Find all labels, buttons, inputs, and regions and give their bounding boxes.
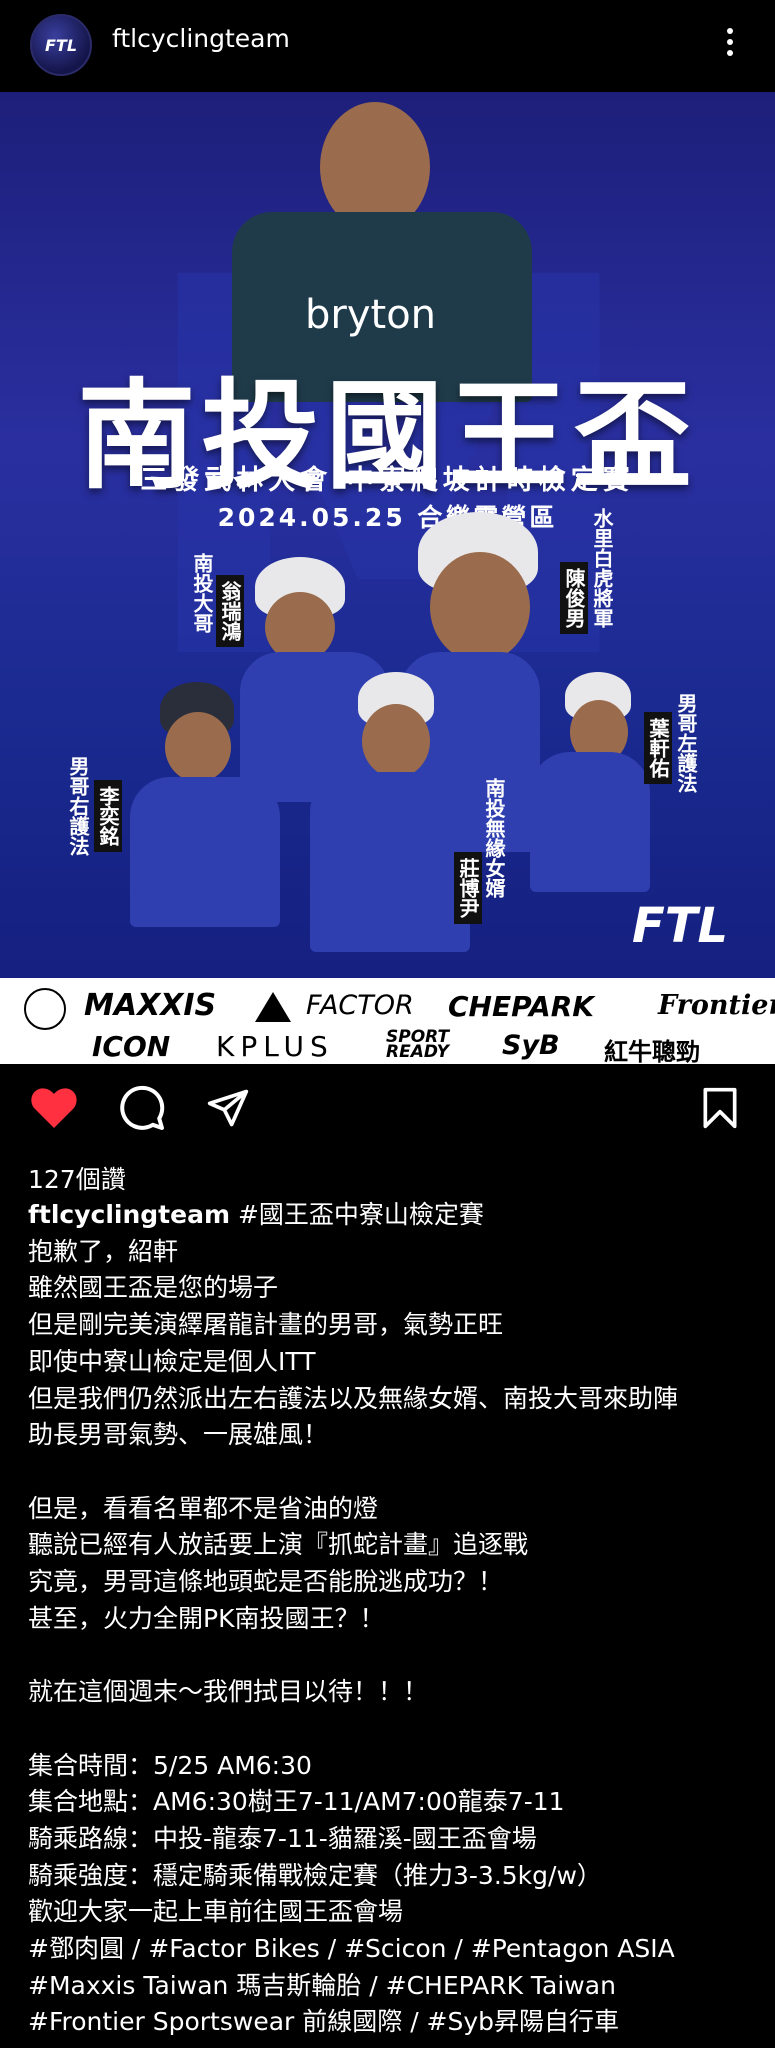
sponsor-logo: SPORT READY xyxy=(386,1027,450,1062)
heart-icon[interactable] xyxy=(30,1086,78,1130)
caption-line: 就在這個週末～我們拭目以待！！！ xyxy=(28,1677,429,1707)
sponsor-logo: Frontier xyxy=(658,990,775,1021)
sponsor-logo: CHEPARK xyxy=(448,990,594,1023)
more-options-icon[interactable] xyxy=(720,24,740,64)
sponsor-logo: KPLUS xyxy=(216,1030,334,1063)
sponsor-logo: ICON xyxy=(92,1030,171,1063)
sponsor-seal-logo xyxy=(24,988,66,1030)
poster-subtitle: 三發武林大會 中寮爬坡計時檢定賽 xyxy=(140,465,635,496)
caption-line: 集合地點：AM6:30樹王7-11/AM7:00龍泰7-11 xyxy=(28,1787,565,1817)
caption-username[interactable]: ftlcyclingteam xyxy=(28,1200,230,1229)
caption-line: 抱歉了，紹軒 xyxy=(28,1236,179,1266)
caption-line: 即使中寮山檢定是個人ITT xyxy=(28,1346,316,1376)
sponsor-logo: SyB xyxy=(502,1030,560,1061)
sponsor-logo: FACTOR xyxy=(306,990,414,1021)
factor-logo-icon xyxy=(255,992,291,1022)
caption-line: 但是，看看名單都不是省油的燈 xyxy=(28,1493,379,1523)
rider-role-label: 男哥右護法 xyxy=(66,756,90,856)
caption-line: 騎乘強度：穩定騎乘備戰檢定賽（推力3-3.5kg/w） xyxy=(28,1860,602,1890)
caption-line: 但是我們仍然派出左右護法以及無緣女婿、南投大哥來助陣 xyxy=(28,1383,679,1413)
send-icon[interactable] xyxy=(206,1086,250,1130)
post-action-bar xyxy=(0,1064,775,1164)
like-count[interactable]: 127個讚 xyxy=(28,1160,126,1196)
rider-jersey xyxy=(530,752,650,892)
caption-hashtag[interactable]: #國王盃中寮山檢定賽 xyxy=(230,1200,484,1229)
caption-line: 助長男哥氣勢、一展雄風！ xyxy=(28,1420,329,1450)
caption-line xyxy=(28,1711,758,1748)
caption-line xyxy=(28,1454,758,1491)
ftl-logo: FTL xyxy=(632,898,729,954)
poster-date: 2024.05.25 合樂露營區 xyxy=(217,503,558,532)
caption-line: 雖然國王盃是您的場子 xyxy=(28,1273,279,1303)
rider-role-label: 南投無緣女婿 xyxy=(482,778,506,898)
post-caption: ftlcyclingteam #國王盃中寮山檢定賽 抱歉了，紹軒 雖然國王盃是您… xyxy=(28,1197,758,2041)
caption-line xyxy=(28,1637,758,1674)
post-username[interactable]: ftlcyclingteam xyxy=(112,24,290,53)
caption-line: 集合時間：5/25 AM6:30 xyxy=(28,1750,312,1780)
sponsor-logo: MAXXIS xyxy=(84,988,217,1023)
rider-role-label: 南投大哥 xyxy=(190,553,214,633)
sponsor-strip: MAXXIS FACTOR CHEPARK Frontier ICON KPLU… xyxy=(0,978,775,1066)
sponsor-logo: 紅牛聰勁 xyxy=(604,1038,700,1066)
bookmark-icon[interactable] xyxy=(700,1086,740,1130)
rider-head xyxy=(165,712,231,782)
caption-hashtags[interactable]: #鄧肉圓 / #Factor Bikes / #Scicon / #Pentag… xyxy=(28,1931,758,1968)
rider-head xyxy=(362,704,430,778)
caption-line: 甚至，火力全開PK南投國王？！ xyxy=(28,1603,385,1633)
avatar[interactable]: FTL xyxy=(30,14,92,76)
comment-icon[interactable] xyxy=(118,1084,166,1132)
rider-jersey xyxy=(130,777,280,927)
caption-line: 究竟，男哥這條地頭蛇是否能脫逃成功？！ xyxy=(28,1567,504,1597)
caption-line: 但是剛完美演繹屠龍計畫的男哥，氣勢正旺 xyxy=(28,1310,504,1340)
caption-line: 聽說已經有人放話要上演『抓蛇計畫』追逐戰 xyxy=(28,1530,529,1560)
jersey-brand: bryton xyxy=(305,292,437,338)
rider-jersey xyxy=(310,772,470,952)
rider-name-label: 葉軒佑 xyxy=(644,712,672,784)
caption-line: 歡迎大家一起上車前往國王盃會場 xyxy=(28,1897,404,1927)
caption-first-line: ftlcyclingteam #國王盃中寮山檢定賽 xyxy=(28,1197,758,1234)
post-image[interactable]: M bryton 南投國王盃 三發武林大會 中寮爬坡計時檢定賽 2024.05.… xyxy=(0,92,775,978)
rider-role-label: 男哥左護法 xyxy=(674,693,698,793)
rider-head xyxy=(430,552,530,662)
caption-hashtags[interactable]: #Maxxis Taiwan 瑪吉斯輪胎 / #CHEPARK Taiwan xyxy=(28,1968,758,2005)
rider-name-label: 翁瑞鴻 xyxy=(216,575,244,647)
rider-role-label: 水里白虎將軍 xyxy=(590,508,614,628)
caption-hashtags[interactable]: #Frontier Sportswear 前線國際 / #Syb昇陽自行車 xyxy=(28,2004,758,2041)
rider-name-label: 莊博尹 xyxy=(454,852,482,924)
post-header: FTL ftlcyclingteam xyxy=(0,0,775,92)
rider-name-label: 陳俊男 xyxy=(560,562,588,634)
caption-line: 騎乘路線：中投-龍泰7-11-貓羅溪-國王盃會場 xyxy=(28,1823,537,1853)
rider-name-label: 李奕銘 xyxy=(94,780,122,852)
